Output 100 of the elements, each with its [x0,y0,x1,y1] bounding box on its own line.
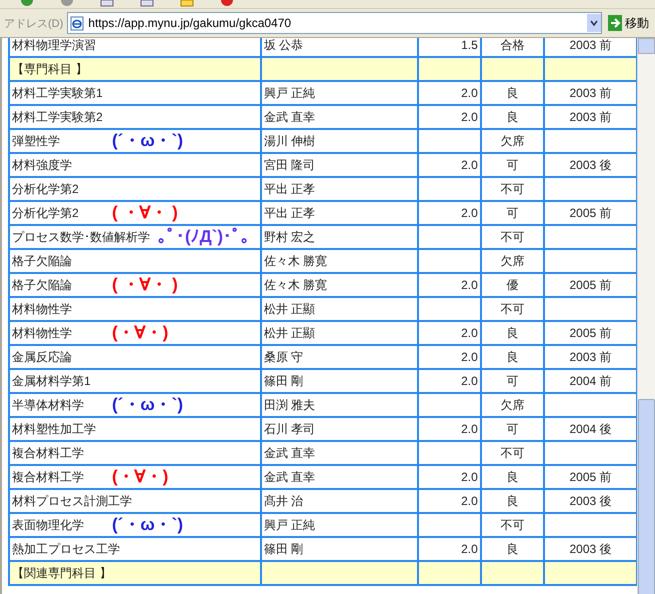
term: 2003 後 [545,154,636,176]
grade: 不可 [482,298,544,320]
emoticon: (´・ω・`) [112,516,184,534]
term: 2003 前 [545,38,636,56]
teacher-name: 篠田 剛 [262,370,417,392]
course-name: プロセス数学･数値解析学 [12,228,150,246]
emoticon: ( ・∀・ ) [112,204,178,222]
credits: 2.0 [418,82,480,104]
credits: 2.0 [418,466,480,488]
credits: 2.0 [418,106,480,128]
term: 2003 後 [545,490,636,512]
teacher-name: 田渕 雅夫 [262,394,417,416]
credits: 2.0 [418,538,480,560]
grade: 良 [482,346,544,368]
emoticon: (・∀・) [112,324,168,342]
grade: 可 [482,370,544,392]
grade: 不可 [482,514,544,536]
course-name: 材料工学実験第2 [12,108,104,126]
grade: 良 [482,538,544,560]
grade: 不可 [482,442,544,464]
term: 2003 前 [545,106,636,128]
grade: 可 [482,154,544,176]
term: 2005 前 [545,202,636,224]
credits: 2.0 [418,490,480,512]
course-name: 材料物理学演習 [12,38,97,54]
teacher-name: 髙井 治 [262,490,417,512]
term: 2003 後 [545,538,636,560]
grade: 欠席 [482,130,544,152]
grade: 良 [482,490,544,512]
teacher-name: 金武 直幸 [262,442,417,464]
teacher-name: 平出 正孝 [262,178,417,200]
address-label: アドレス(D) [4,16,64,30]
credits: 2.0 [418,370,480,392]
term: 2003 前 [545,346,636,368]
scroll-up-button[interactable] [638,38,655,54]
emoticon: (´・ω・`) [112,132,184,150]
teacher-name: 興戸 正純 [262,82,417,104]
emoticon: ( ・∀・ ) [112,276,178,294]
teacher-name: 篠田 剛 [262,538,417,560]
course-name: 分析化学第2 [12,204,80,222]
teacher-name: 佐々木 勝寛 [262,274,417,296]
teacher-name: 湯川 伸樹 [262,130,417,152]
term: 2004 前 [545,370,636,392]
course-name: 表面物理化学 [12,516,85,534]
page-icon [70,16,84,30]
course-name: 弾塑性学 [12,132,61,150]
course-name: 金属材料学第1 [12,372,92,390]
teacher-name: 宮田 隆司 [262,154,417,176]
teacher-name: 松井 正顯 [262,322,417,344]
term: 2005 前 [545,466,636,488]
emoticon: ｡ﾟ･(ﾉД`)･ﾟ｡ [158,228,250,246]
course-name: 材料強度学 [12,156,73,174]
teacher-name: 金武 直幸 [262,466,417,488]
credits: 2.0 [418,418,480,440]
arrow-icon [608,15,622,31]
teacher-name: 佐々木 勝寛 [262,250,417,272]
grade: 可 [482,418,544,440]
course-name: 材料塑性加工学 [12,420,97,438]
credits: 2.0 [418,202,480,224]
term: 2005 前 [545,274,636,296]
url-field[interactable]: https://app.mynu.jp/gakumu/gkca0470 [67,12,602,34]
course-name: 材料物性学 [12,300,73,318]
course-name: 金属反応論 [12,348,73,366]
toolbar-icon[interactable] [220,0,234,8]
course-name: 格子欠陥論 [12,276,73,294]
grade: 不可 [482,178,544,200]
teacher-name: 金武 直幸 [262,106,417,128]
course-name: 材料物性学 [12,324,73,342]
teacher-name: 平出 正孝 [262,202,417,224]
grade: 優 [482,274,544,296]
emoticon: (´・ω・`) [112,396,184,414]
course-name: 複合材料工学 [12,468,85,486]
course-name: 材料工学実験第1 [12,84,104,102]
course-name: 分析化学第2 [12,180,80,198]
grade: 不可 [482,226,544,248]
toolbar-icon[interactable] [20,0,34,8]
grade: 欠席 [482,394,544,416]
go-button[interactable]: 移動 [606,14,651,32]
category-heading: 【専門科目 】 [10,58,260,80]
credits: 2.0 [418,274,480,296]
course-name: 格子欠陥論 [12,252,73,270]
course-name: 複合材料工学 [12,444,85,462]
credits: 2.0 [418,154,480,176]
term: 2004 後 [545,418,636,440]
emoticon: (・∀・) [112,468,168,486]
teacher-name: 野村 宏之 [262,226,417,248]
credits: 2.0 [418,322,480,344]
scrollbar[interactable] [637,38,655,594]
grade: 合格 [482,38,544,56]
course-name: 半導体材料学 [12,396,85,414]
category-heading: 【関連専門科目 】 [10,562,260,584]
teacher-name: 桑原 守 [262,346,417,368]
toolbar-icon[interactable] [60,0,74,8]
grade: 良 [482,322,544,344]
grade: 可 [482,202,544,224]
term: 2005 前 [545,322,636,344]
credits: 2.0 [418,346,480,368]
scroll-thumb[interactable] [638,398,655,594]
grade: 欠席 [482,250,544,272]
grade: 良 [482,106,544,128]
